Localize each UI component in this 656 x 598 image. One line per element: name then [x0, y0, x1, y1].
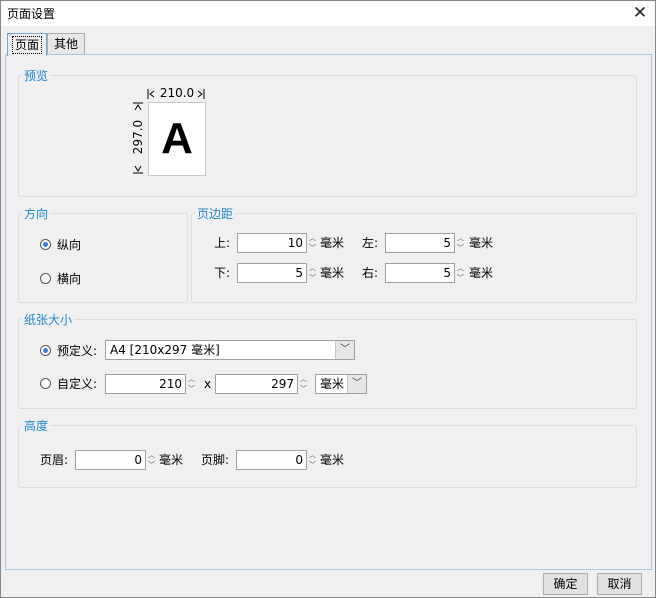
spin-down-icon[interactable]: ﹀	[186, 384, 197, 394]
spin-up-icon[interactable]: ︿	[455, 233, 466, 243]
footer-spinner[interactable]: ︿ ﹀	[307, 450, 318, 470]
spin-up-icon[interactable]: ︿	[307, 263, 318, 273]
spin-down-icon[interactable]: ﹀	[307, 243, 318, 253]
spin-down-icon[interactable]: ﹀	[146, 460, 157, 470]
custom-height-input[interactable]: 297	[215, 374, 298, 394]
margin-bottom-label: 下:	[214, 266, 231, 280]
margin-right-spinner[interactable]: ︿ ﹀	[455, 263, 466, 283]
preview-height: 297.0	[131, 113, 145, 161]
orientation-group-label: 方向	[22, 205, 51, 222]
portrait-label: 纵向	[57, 238, 82, 252]
tab-other[interactable]: 其他	[47, 33, 85, 54]
spin-down-icon[interactable]: ﹀	[455, 273, 466, 283]
spin-up-icon[interactable]: ︿	[186, 374, 197, 384]
preview-letter: A	[161, 114, 193, 163]
chevron-down-icon[interactable]: ﹀	[335, 341, 354, 359]
spin-down-icon[interactable]: ﹀	[455, 243, 466, 253]
preview-group-label: 预览	[22, 67, 51, 84]
paper-size-group	[18, 319, 637, 409]
close-icon[interactable]: ✕	[628, 2, 652, 24]
page-preview: A	[148, 102, 206, 176]
margin-right-input[interactable]: 5	[385, 263, 455, 283]
custom-x-label: x	[204, 377, 212, 391]
margin-top-spinner[interactable]: ︿ ﹀	[307, 233, 318, 253]
height-group-label: 高度	[22, 417, 51, 434]
margin-left-unit: 毫米	[469, 236, 494, 250]
margin-top-input[interactable]: 10	[237, 233, 307, 253]
window-title: 页面设置	[7, 7, 56, 21]
title-bar	[0, 0, 656, 26]
tab-page-label: 页面	[11, 36, 42, 54]
custom-unit-select[interactable]: 毫米 ﹀	[315, 374, 367, 394]
tab-page[interactable]: 页面	[7, 33, 47, 56]
header-spinner[interactable]: ︿ ﹀	[146, 450, 157, 470]
spin-up-icon[interactable]: ︿	[146, 450, 157, 460]
spin-up-icon[interactable]: ︿	[307, 233, 318, 243]
predefined-radio[interactable]	[40, 345, 51, 356]
footer-unit: 毫米	[320, 453, 345, 467]
margins-group-label: 页边距	[195, 205, 236, 222]
portrait-radio[interactable]	[40, 239, 51, 250]
predefined-select[interactable]: A4 [210x297 毫米] ﹀	[105, 340, 355, 360]
spin-down-icon[interactable]: ﹀	[307, 460, 318, 470]
spin-down-icon[interactable]: ﹀	[298, 384, 309, 394]
header-input[interactable]: 0	[75, 450, 146, 470]
margin-bottom-unit: 毫米	[320, 266, 345, 280]
custom-width-spinner[interactable]: ︿ ﹀	[186, 374, 197, 394]
landscape-radio[interactable]	[40, 273, 51, 284]
header-unit: 毫米	[159, 453, 184, 467]
margin-right-label: 右:	[362, 266, 379, 280]
margin-left-input[interactable]: 5	[385, 233, 455, 253]
orientation-group	[18, 213, 188, 303]
footer-input[interactable]: 0	[236, 450, 307, 470]
margin-left-label: 左:	[362, 236, 379, 250]
custom-radio[interactable]	[40, 378, 51, 389]
landscape-label: 横向	[57, 272, 82, 286]
margin-bottom-spinner[interactable]: ︿ ﹀	[307, 263, 318, 283]
spin-up-icon[interactable]: ︿	[307, 450, 318, 460]
cancel-button[interactable]: 取消	[597, 573, 642, 595]
margin-bottom-input[interactable]: 5	[237, 263, 307, 283]
custom-height-spinner[interactable]: ︿ ﹀	[298, 374, 309, 394]
predefined-select-value: A4 [210x297 毫米]	[110, 343, 220, 357]
ok-button[interactable]: 确定	[543, 573, 588, 595]
margins-group	[191, 213, 637, 303]
paper-size-group-label: 纸张大小	[22, 311, 75, 328]
custom-unit-value: 毫米	[320, 377, 345, 391]
preview-width: 210.0	[159, 86, 195, 101]
margin-top-unit: 毫米	[320, 236, 345, 250]
custom-label: 自定义:	[57, 377, 98, 391]
spin-up-icon[interactable]: ︿	[298, 374, 309, 384]
tab-other-label: 其他	[53, 37, 78, 51]
preview-group	[18, 75, 637, 197]
custom-width-input[interactable]: 210	[105, 374, 186, 394]
margin-left-spinner[interactable]: ︿ ﹀	[455, 233, 466, 253]
spin-up-icon[interactable]: ︿	[455, 263, 466, 273]
predefined-label: 预定义:	[57, 344, 98, 358]
header-label: 页眉:	[40, 453, 69, 467]
footer-label: 页脚:	[201, 453, 230, 467]
margin-right-unit: 毫米	[469, 266, 494, 280]
margin-top-label: 上:	[214, 236, 231, 250]
chevron-down-icon[interactable]: ﹀	[347, 375, 366, 393]
spin-down-icon[interactable]: ﹀	[307, 273, 318, 283]
